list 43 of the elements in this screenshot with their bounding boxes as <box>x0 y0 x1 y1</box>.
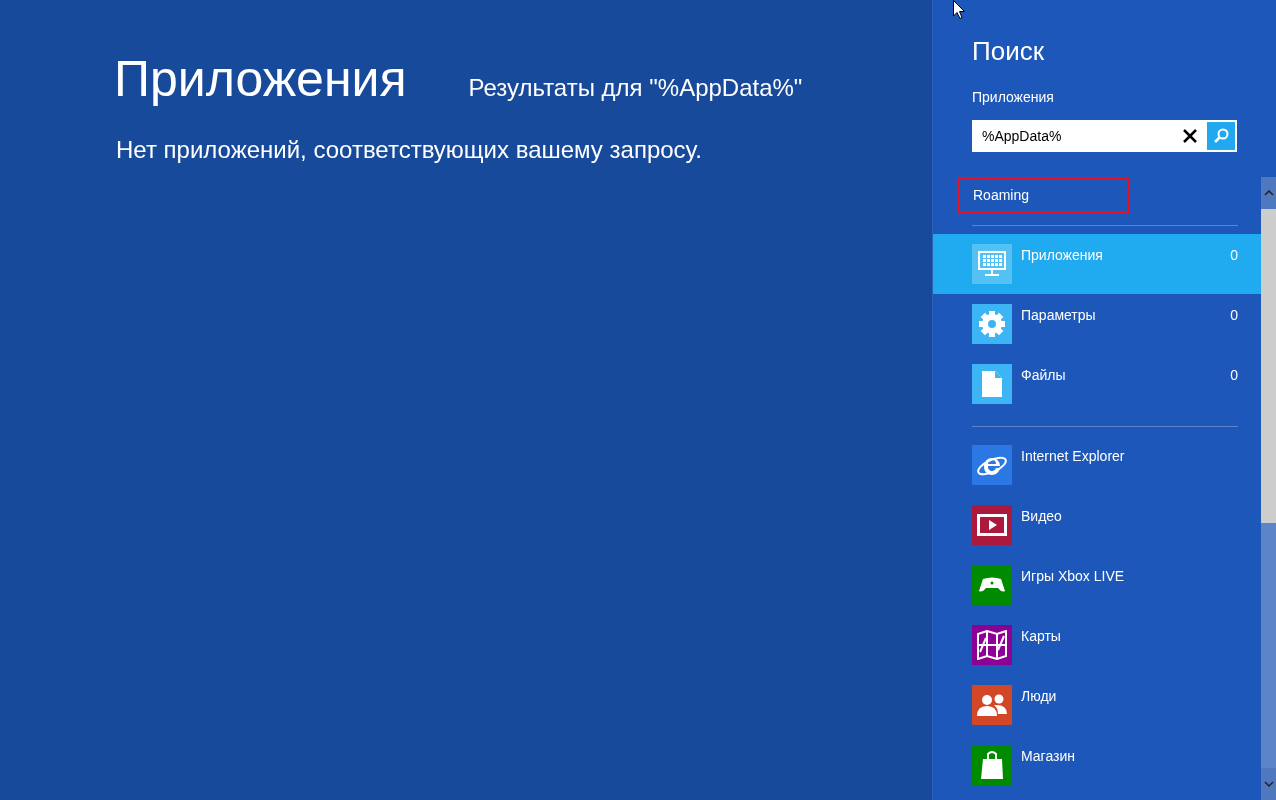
category-label: Параметры <box>1021 307 1097 323</box>
close-icon <box>1183 129 1197 143</box>
people-icon <box>976 693 1008 717</box>
chevron-up-icon <box>1264 190 1274 196</box>
category-label: Приложения <box>1021 247 1104 263</box>
pane-title: Поиск <box>972 36 1046 67</box>
category-label: Файлы <box>1021 367 1067 383</box>
search-icon <box>1213 128 1229 144</box>
results-label: Результаты для "%AppData%" <box>468 74 803 102</box>
app-label: Видео <box>1021 508 1063 524</box>
category-item[interactable]: Файлы 0 <box>933 354 1261 414</box>
app-label: Люди <box>1021 688 1058 704</box>
mouse-pointer-icon <box>953 0 965 19</box>
gamepad-icon <box>979 577 1005 593</box>
result-count: 0 <box>1230 247 1238 263</box>
no-results-message: Нет приложений, соответствующих вашему запросу. <box>116 136 703 164</box>
clear-button[interactable] <box>1175 120 1205 152</box>
search-field[interactable]: %AppData% <box>972 120 1175 152</box>
document-icon <box>982 371 1002 397</box>
app-label: Магазин <box>1021 748 1076 764</box>
app-item[interactable]: Видео <box>933 495 1261 555</box>
scroll-down-button[interactable] <box>1261 768 1276 800</box>
scrollbar[interactable] <box>1261 177 1276 800</box>
result-count: 0 <box>1230 367 1238 383</box>
result-count: 0 <box>1230 307 1238 323</box>
page-title: Приложения <box>114 50 407 108</box>
scroll-up-button[interactable] <box>1261 177 1276 209</box>
category-item[interactable]: Параметры 0 <box>933 294 1261 354</box>
search-suggestion[interactable]: Roaming <box>957 177 1129 213</box>
app-item[interactable]: Internet Explorer <box>933 435 1261 495</box>
app-item[interactable]: Люди <box>933 675 1261 735</box>
search-scope: Приложения <box>972 89 1055 105</box>
app-item[interactable]: Карты <box>933 615 1261 675</box>
app-label: Игры Xbox LIVE <box>1021 568 1126 584</box>
chevron-down-icon <box>1264 781 1274 787</box>
app-item[interactable]: Магазин <box>933 735 1261 795</box>
scroll-thumb[interactable] <box>1261 209 1276 523</box>
shopping-bag-icon <box>980 750 1004 780</box>
play-screen-icon <box>977 514 1007 536</box>
app-label: Карты <box>1021 628 1062 644</box>
app-label: Internet Explorer <box>1021 448 1126 464</box>
monitor-icon <box>978 251 1006 277</box>
app-item[interactable]: Игры Xbox LIVE <box>933 555 1261 615</box>
